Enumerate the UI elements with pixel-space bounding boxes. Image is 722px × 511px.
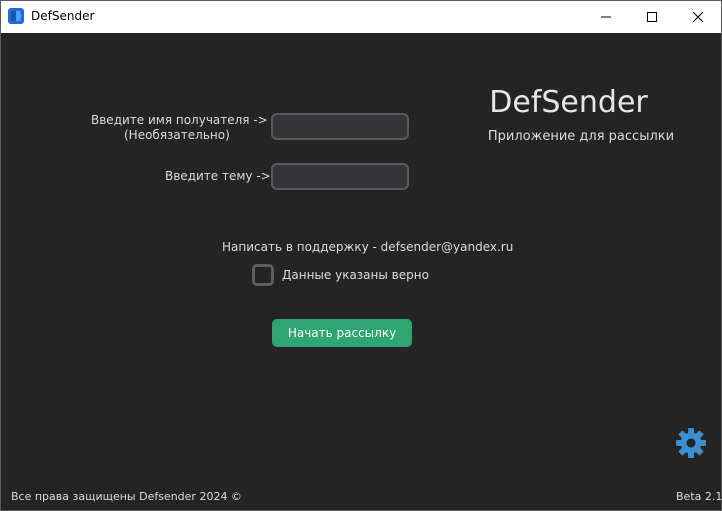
subject-label: Введите тему -> — [165, 169, 271, 183]
start-mailing-button[interactable]: Начать рассылку — [272, 319, 412, 347]
confirm-label[interactable]: Данные указаны верно — [282, 268, 429, 282]
maximize-icon — [647, 12, 657, 22]
close-button[interactable] — [675, 1, 721, 33]
subject-input[interactable] — [271, 163, 409, 190]
window-title: DefSender — [31, 9, 95, 23]
recipient-optional-label: (Необязательно) — [124, 128, 230, 142]
close-icon — [693, 12, 703, 22]
minimize-icon — [601, 16, 611, 18]
minimize-button[interactable] — [583, 1, 629, 33]
version-text: Beta 2.1 — [676, 490, 722, 503]
recipient-label: Введите имя получателя -> — [91, 113, 268, 127]
brand-title: DefSender — [489, 85, 648, 120]
app-window: DefSender Введите имя получателя -> (Нео… — [0, 0, 722, 511]
maximize-button[interactable] — [629, 1, 675, 33]
copyright-text: Все права защищены Defsender 2024 © — [11, 490, 242, 503]
recipient-input[interactable] — [271, 113, 409, 140]
confirm-checkbox[interactable] — [252, 264, 274, 286]
gear-icon[interactable] — [675, 427, 707, 459]
app-icon — [8, 8, 24, 24]
support-text: Написать в поддержку - defsender@yandex.… — [222, 240, 514, 254]
title-bar[interactable]: DefSender — [1, 1, 721, 33]
brand-subtitle: Приложение для рассылки — [487, 129, 675, 144]
